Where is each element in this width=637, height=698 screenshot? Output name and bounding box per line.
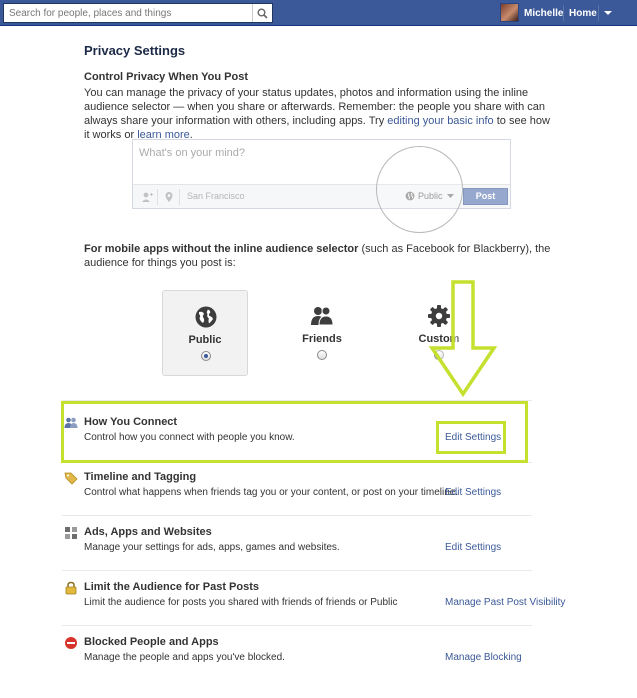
row-desc-timeline-and-tagging: Control what happens when friends tag yo…: [84, 487, 459, 498]
composer-divider: [179, 189, 180, 205]
audience-option-public[interactable]: Public: [162, 290, 248, 376]
row-divider: [62, 400, 532, 401]
top-bar: Michelle Home: [0, 0, 637, 26]
audience-option-label: Custom: [418, 333, 460, 345]
row-desc-blocked-people-apps: Manage the people and apps you've blocke…: [84, 652, 285, 663]
search-icon: [257, 8, 268, 19]
friends-icon: [311, 306, 334, 326]
tag-icon: [64, 472, 78, 485]
audience-radio-friends[interactable]: [317, 350, 327, 360]
row-divider: [62, 570, 532, 571]
timeline-and-tagging-edit-settings-link[interactable]: Edit Settings: [445, 487, 501, 498]
row-title-blocked-people-apps: Blocked People and Apps: [84, 636, 219, 648]
composer-placeholder: What's on your mind?: [139, 147, 246, 159]
audience-value: Public: [418, 191, 443, 201]
account-menu-chevron-down-icon[interactable]: [602, 8, 614, 18]
composer-divider: [157, 189, 158, 205]
globe-icon: [405, 191, 415, 201]
row-title-limit-past-posts: Limit the Audience for Past Posts: [84, 581, 260, 593]
intro-text: You can manage the privacy of your statu…: [84, 86, 554, 142]
post-button[interactable]: Post: [463, 188, 508, 205]
row-desc-ads-apps-websites: Manage your settings for ads, apps, game…: [84, 542, 340, 553]
manage-blocking-link[interactable]: Manage Blocking: [445, 652, 522, 663]
apps-puzzle-icon: [65, 527, 77, 539]
location-text: San Francisco: [187, 191, 245, 201]
composer-bar: San Francisco Public Post: [133, 184, 510, 208]
edit-basic-info-link[interactable]: editing your basic info: [387, 115, 493, 127]
topbar-divider: [563, 5, 564, 21]
audience-option-friends[interactable]: Friends: [279, 290, 365, 376]
search-box: [3, 3, 273, 23]
audience-radio-custom[interactable]: [434, 350, 444, 360]
tag-friends-icon: [142, 192, 153, 202]
profile-link[interactable]: Michelle: [524, 8, 563, 19]
audience-option-custom[interactable]: Custom: [396, 290, 482, 376]
audience-selector[interactable]: Public: [405, 191, 455, 201]
row-title-how-you-connect: How You Connect: [84, 416, 178, 428]
row-desc-how-you-connect: Control how you connect with people you …: [84, 432, 295, 443]
search-input[interactable]: [4, 4, 252, 22]
ads-apps-websites-edit-settings-link[interactable]: Edit Settings: [445, 542, 501, 553]
row-divider: [62, 462, 532, 463]
audience-option-label: Public: [188, 334, 222, 346]
people-icon: [64, 417, 78, 428]
blocked-icon: [65, 637, 77, 649]
mobile-audience-bold: For mobile apps without the inline audie…: [84, 243, 359, 255]
section-title: Control Privacy When You Post: [84, 71, 249, 83]
topbar-divider: [598, 5, 599, 21]
row-divider: [62, 625, 532, 626]
lock-icon: [65, 581, 77, 595]
location-pin-icon: [165, 192, 173, 202]
search-button[interactable]: [252, 4, 272, 22]
globe-icon: [195, 306, 217, 328]
row-title-timeline-and-tagging: Timeline and Tagging: [84, 471, 197, 483]
audience-option-label: Friends: [302, 333, 342, 345]
status-composer-preview: What's on your mind? San Francisco Publi…: [132, 139, 511, 209]
manage-past-post-visibility-link[interactable]: Manage Past Post Visibility: [445, 597, 565, 608]
audience-radio-public[interactable]: [201, 351, 211, 361]
row-title-ads-apps-websites: Ads, Apps and Websites: [84, 526, 212, 538]
home-link[interactable]: Home: [569, 8, 597, 19]
page-title: Privacy Settings: [84, 43, 186, 58]
how-you-connect-edit-settings-link[interactable]: Edit Settings: [445, 432, 501, 443]
mobile-audience-description: For mobile apps without the inline audie…: [84, 242, 564, 270]
row-divider: [62, 515, 532, 516]
gear-icon: [428, 305, 450, 327]
chevron-down-icon: [446, 194, 454, 198]
row-desc-limit-past-posts: Limit the audience for posts you shared …: [84, 597, 398, 608]
avatar[interactable]: [500, 3, 519, 22]
